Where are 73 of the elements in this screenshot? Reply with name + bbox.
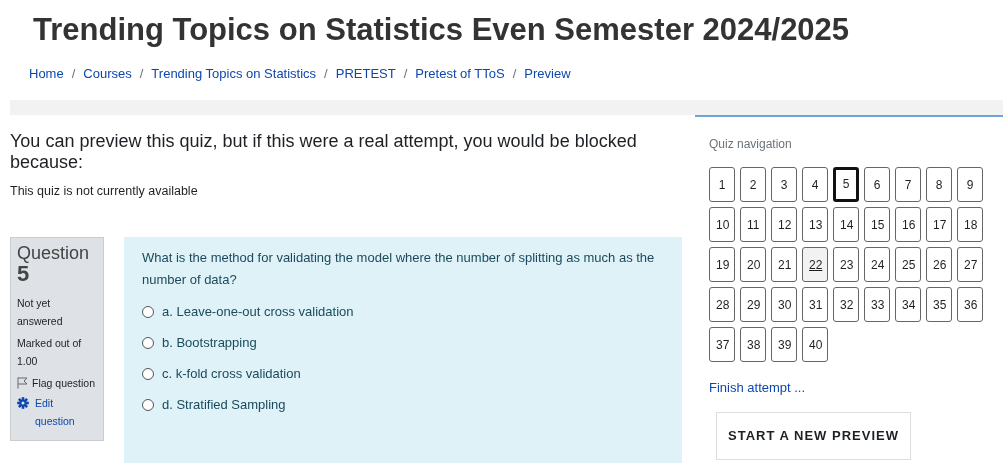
question-nav-button[interactable]: 16 xyxy=(895,207,921,242)
question-nav-button[interactable]: 27 xyxy=(957,247,983,282)
edit-question-link[interactable]: Edit question xyxy=(35,393,90,430)
breadcrumb-link[interactable]: Home xyxy=(29,66,64,81)
option-label[interactable]: a. Leave-one-out cross validation xyxy=(162,302,354,322)
question-status: Not yet answered xyxy=(17,295,64,329)
breadcrumb-link[interactable]: Courses xyxy=(83,66,132,81)
question-marks: Marked out of 1.00 xyxy=(17,335,83,369)
question-nav-button[interactable]: 20 xyxy=(740,247,766,282)
question-nav-button[interactable]: 5 xyxy=(833,167,859,202)
question-nav-button[interactable]: 10 xyxy=(709,207,735,242)
page-title: Trending Topics on Statistics Even Semester 2024/2025 xyxy=(32,11,851,49)
question-nav-button[interactable]: 37 xyxy=(709,327,735,362)
question-nav-button[interactable]: 39 xyxy=(771,327,797,362)
flag-icon[interactable] xyxy=(17,376,28,389)
question-nav-button[interactable]: 3 xyxy=(771,167,797,202)
question-label: Question xyxy=(17,243,91,262)
radio-button[interactable] xyxy=(142,367,154,380)
question-nav-button[interactable]: 13 xyxy=(802,207,828,242)
question-nav-button[interactable]: 6 xyxy=(864,167,890,202)
question-nav-button[interactable]: 33 xyxy=(864,287,890,322)
finish-attempt-link[interactable]: Finish attempt ... xyxy=(709,378,806,398)
question-nav-button[interactable]: 30 xyxy=(771,287,797,322)
question-nav-button[interactable]: 1 xyxy=(709,167,735,202)
radio-button[interactable] xyxy=(142,305,154,318)
breadcrumb-separator: / xyxy=(512,66,517,81)
breadcrumb-separator: / xyxy=(324,66,328,81)
question-nav-button[interactable]: 38 xyxy=(740,327,766,362)
radio-button[interactable] xyxy=(142,336,154,349)
question-nav-button[interactable]: 36 xyxy=(957,287,983,322)
breadcrumb-link[interactable]: Preview xyxy=(524,66,571,81)
flag-question-link[interactable]: Flag question xyxy=(32,373,96,392)
breadcrumb-separator: / xyxy=(139,66,144,81)
question-nav-button[interactable]: 2 xyxy=(740,167,766,202)
gear-icon[interactable] xyxy=(17,396,29,409)
question-nav-button[interactable]: 11 xyxy=(740,207,766,242)
question-nav-button[interactable]: 15 xyxy=(864,207,890,242)
option-label[interactable]: c. k-fold cross validation xyxy=(162,364,301,384)
question-nav-button[interactable]: 14 xyxy=(833,207,859,242)
question-nav-button[interactable]: 22 xyxy=(802,247,828,282)
question-nav-button[interactable]: 7 xyxy=(895,167,921,202)
question-nav-button[interactable]: 17 xyxy=(926,207,952,242)
question-nav-button[interactable]: 18 xyxy=(957,207,983,242)
question-nav-button[interactable]: 31 xyxy=(802,287,828,322)
question-nav-button[interactable]: 19 xyxy=(709,247,735,282)
start-new-preview-button[interactable]: START A NEW PREVIEW xyxy=(716,412,911,460)
breadcrumb-link[interactable]: PRETEST xyxy=(335,66,396,81)
question-nav-button[interactable]: 25 xyxy=(895,247,921,282)
question-nav-button[interactable]: 34 xyxy=(895,287,921,322)
notice-text: This quiz is not currently available xyxy=(10,183,199,200)
question-nav-button[interactable]: 4 xyxy=(802,167,828,202)
breadcrumb-separator: / xyxy=(71,66,76,81)
question-nav-button[interactable]: 29 xyxy=(740,287,766,322)
question-nav-button[interactable]: 26 xyxy=(926,247,952,282)
question-nav-button[interactable]: 32 xyxy=(833,287,859,322)
question-nav-button[interactable]: 9 xyxy=(957,167,983,202)
breadcrumb-separator: / xyxy=(403,66,408,81)
option-label[interactable]: b. Bootstrapping xyxy=(162,333,257,353)
question-nav-button[interactable]: 40 xyxy=(802,327,828,362)
question-nav-button[interactable]: 12 xyxy=(771,207,797,242)
question-nav-button[interactable]: 24 xyxy=(864,247,890,282)
question-nav-button[interactable]: 23 xyxy=(833,247,859,282)
question-nav-button[interactable]: 21 xyxy=(771,247,797,282)
navigation-title: Quiz navigation xyxy=(709,136,793,153)
breadcrumb-link[interactable]: Pretest of TToS xyxy=(415,66,505,81)
question-nav-button[interactable]: 35 xyxy=(926,287,952,322)
notice-heading: You can preview this quiz, but if this were a real attempt, you would be blocked because: xyxy=(10,131,638,173)
radio-button[interactable] xyxy=(142,398,154,411)
question-nav-button[interactable]: 28 xyxy=(709,287,735,322)
question-nav-button[interactable]: 8 xyxy=(926,167,952,202)
breadcrumb-link[interactable]: Trending Topics on Statistics xyxy=(151,66,317,81)
question-text: What is the method for validating the model where the number of splitting as much as the number of data? xyxy=(142,248,656,289)
option-label[interactable]: d. Stratified Sampling xyxy=(162,395,286,415)
